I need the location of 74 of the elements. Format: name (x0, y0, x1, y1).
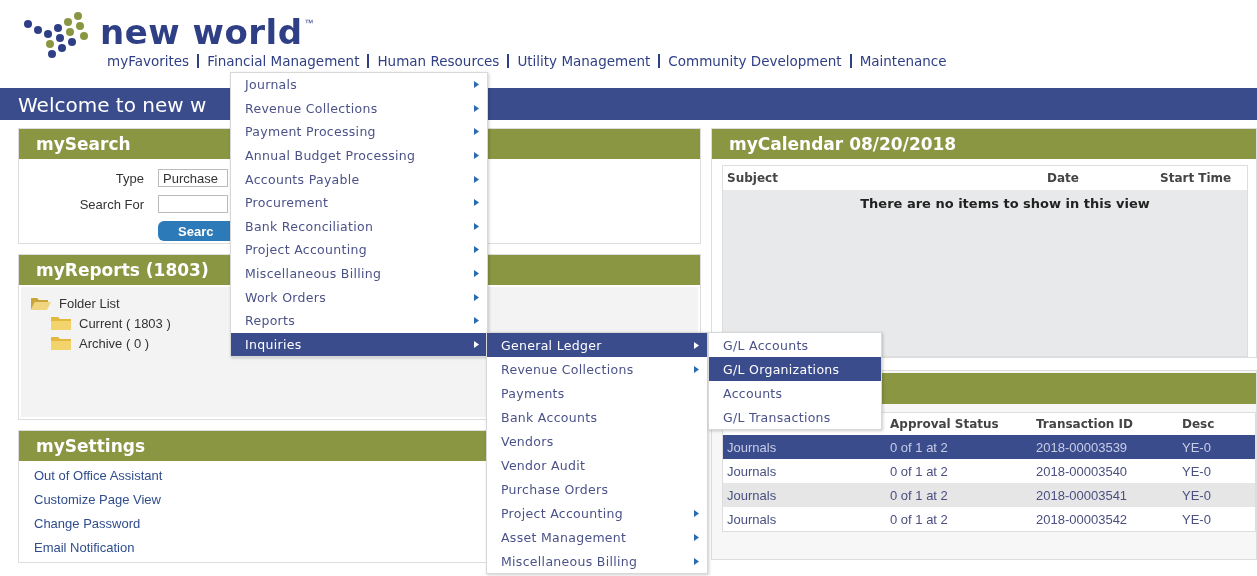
search-field[interactable] (158, 195, 228, 213)
column-header: Transaction ID (1036, 417, 1135, 431)
empty-message: There are no items to show in this view (859, 196, 1151, 211)
folder-label[interactable]: Current ( 1803 ) (79, 315, 171, 331)
table-cell-text: 2018-00003541 (1036, 487, 1129, 503)
menu-item[interactable]: Accounts (709, 381, 881, 405)
menu-item[interactable]: Asset Management (487, 525, 707, 549)
menu-item[interactable]: Miscellaneous Billing (231, 261, 487, 286)
panel-title: mySearch (36, 134, 131, 154)
menu-item[interactable]: Work Orders (231, 285, 487, 309)
panel-title: myReports (1803) (36, 260, 209, 280)
table-cell-text: 0 of 1 at 2 (890, 511, 949, 527)
menu-item[interactable]: Bank Reconciliation (231, 214, 487, 239)
menu-item[interactable]: Procurement (231, 190, 487, 215)
menu-item[interactable]: General Ledger (487, 333, 707, 357)
table-cell-text: Journals (727, 511, 778, 527)
table-cell-text: 2018-00003540 (1036, 463, 1129, 479)
menu-item[interactable]: G/L Accounts (709, 333, 881, 357)
table-cell-text: 0 of 1 at 2 (890, 463, 949, 479)
column-header: Subject (727, 171, 779, 185)
menu-item[interactable]: Annual Budget Processing (231, 143, 487, 168)
table-cell-text: Journals (727, 463, 778, 479)
nav-link[interactable]: myFavorites (107, 54, 198, 68)
menu-item[interactable]: Bank Accounts (487, 405, 707, 429)
type-label: Type (114, 170, 144, 186)
trademark: ™ (304, 18, 314, 28)
nav-link[interactable]: Utility Management (507, 54, 659, 68)
menu-item[interactable]: G/L Organizations (709, 357, 881, 381)
menu-item[interactable]: Payment Processing (231, 120, 487, 144)
search-button[interactable]: Searc (158, 221, 230, 241)
menu-item[interactable]: Vendor Audit (487, 453, 707, 477)
menu-item[interactable]: Inquiries (231, 332, 487, 357)
table-cell-text: YE-0 (1182, 487, 1212, 503)
table-cell-text: Journals (727, 439, 778, 455)
menu-item[interactable]: Reports (231, 308, 487, 333)
table-row[interactable]: Journals 0 of 1 at 2 2018-00003542 YE-0 (723, 507, 1255, 531)
column-header: Approval Status (890, 417, 1000, 431)
menu-item[interactable]: G/L Transactions (709, 405, 881, 429)
table-cell-text: 0 of 1 at 2 (890, 487, 949, 503)
menu-item[interactable]: Vendors (487, 429, 707, 453)
panel-title: myCalendar 08/20/2018 (729, 134, 957, 154)
menu-item[interactable]: Project Accounting (487, 501, 707, 525)
column-header: Desc (1182, 417, 1216, 431)
nav-link[interactable]: Community Development (658, 54, 850, 68)
folder-label[interactable]: Archive ( 0 ) (79, 335, 150, 351)
menu-item[interactable]: Payments (487, 381, 707, 405)
column-header: Start Time (1160, 171, 1233, 185)
logo-text: new world (100, 12, 303, 52)
table-row[interactable]: Journals 0 of 1 at 2 2018-00003540 YE-0 (723, 459, 1255, 483)
menu-item[interactable]: Revenue Collections (231, 96, 487, 121)
menu-item[interactable]: Project Accounting (231, 238, 487, 262)
table-cell-text: 2018-00003542 (1036, 511, 1129, 527)
nav-link[interactable]: Maintenance (849, 54, 955, 68)
menu-item[interactable]: Accounts Payable (231, 167, 487, 191)
type-dropdown[interactable]: Purchase (158, 169, 228, 187)
menu-item[interactable]: Purchase Orders (487, 477, 707, 501)
nav-link[interactable]: Financial Management (197, 54, 368, 68)
table-cell-text: 0 of 1 at 2 (890, 439, 949, 455)
welcome-text: Welcome to new w (18, 93, 207, 117)
table-row[interactable]: Journals 0 of 1 at 2 2018-00003539 YE-0 (723, 435, 1255, 459)
menu-item[interactable]: Journals (231, 73, 487, 97)
folder-label[interactable]: Folder List (59, 295, 120, 311)
menu-item[interactable]: Miscellaneous Billing (487, 549, 707, 573)
table-cell-text: 2018-00003539 (1036, 439, 1129, 455)
table-row[interactable]: Journals 0 of 1 at 2 2018-00003541 YE-0 (723, 483, 1255, 507)
menu-item[interactable]: Revenue Collections (487, 357, 707, 381)
nav-link[interactable]: Human Resources (367, 54, 508, 68)
column-header: Date (1047, 171, 1080, 185)
table-cell-text: YE-0 (1182, 439, 1212, 455)
table-cell-text: YE-0 (1182, 511, 1212, 527)
table-cell-text: Journals (727, 487, 778, 503)
search-label: Search For (78, 196, 144, 212)
panel-title: mySettings (36, 436, 146, 456)
table-cell-text: YE-0 (1182, 463, 1212, 479)
